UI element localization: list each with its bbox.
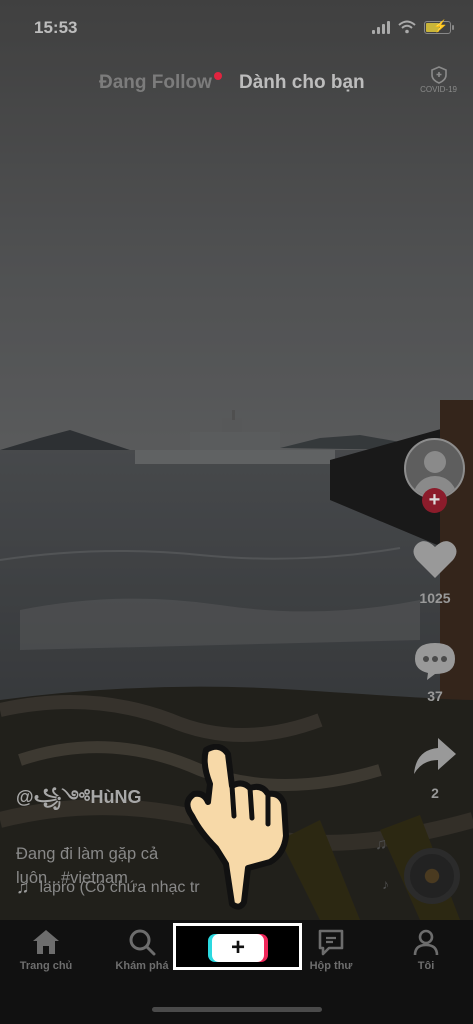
home-icon [33,930,59,954]
nav-profile[interactable]: Tôi [386,928,466,972]
music-note-icon: ♫ [16,877,30,897]
status-time: 15:53 [34,18,78,37]
create-highlight-box: + [173,923,302,970]
music-info[interactable]: ♫ lapro (Có chứa nhạc tr [16,877,200,898]
nav-inbox-label: Hộp thư [309,960,353,972]
pointing-hand-icon [184,744,289,910]
notification-dot [214,72,222,80]
share-icon[interactable] [412,736,458,776]
comment-count: 37 [427,688,443,704]
nav-discover[interactable]: Khám phá [102,928,182,972]
comment-icon[interactable] [413,641,457,681]
profile-icon [413,929,439,956]
nav-inbox[interactable]: Hộp thư [291,928,371,972]
search-icon [129,929,156,956]
nav-profile-label: Tôi [417,960,435,972]
nav-home-label: Trang chủ [19,960,73,972]
shield-icon [430,66,447,84]
status-icons: ⚡ [372,19,454,34]
like-count: 1025 [419,590,451,606]
create-video-button[interactable]: + [212,934,264,962]
tab-following[interactable]: Đang Follow [99,72,212,94]
music-disc-icon[interactable] [404,848,460,904]
nav-discover-label: Khám phá [115,960,169,972]
covid-button[interactable]: COVID-19 [420,66,457,94]
battery-charging-icon: ⚡ [424,19,454,34]
tab-for-you[interactable]: Dành cho bạn [239,72,365,94]
inbox-icon [318,929,344,956]
wifi-icon [398,20,416,34]
nav-home[interactable]: Trang chủ [6,928,86,972]
heart-icon[interactable] [412,538,458,580]
follow-plus-button[interactable]: + [422,488,447,513]
share-count: 2 [431,785,439,801]
signal-bars-icon [372,20,390,34]
tiktok-feed-screen: 15:53 ⚡ Đang Follow Dành cho bạn COVID-1… [0,0,473,1024]
home-indicator [152,1007,322,1012]
covid-label: COVID-19 [420,85,457,94]
